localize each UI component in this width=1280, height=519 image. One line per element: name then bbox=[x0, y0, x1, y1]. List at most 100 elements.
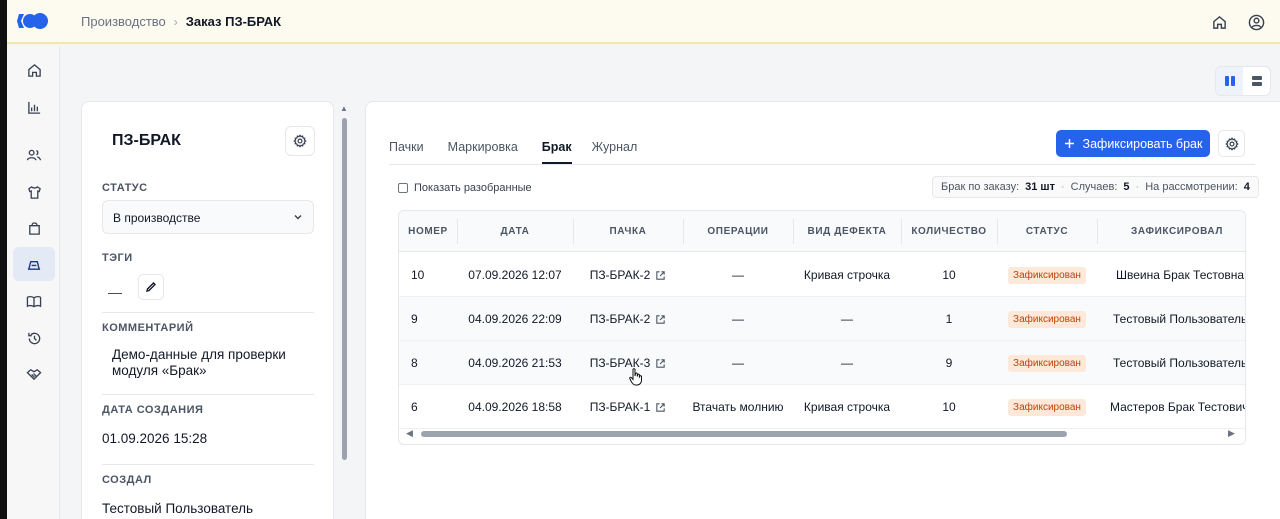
view-toggle bbox=[1215, 66, 1271, 96]
status-badge: Зафиксирован bbox=[1008, 398, 1086, 416]
column-header-number[interactable]: НОМЕР bbox=[399, 211, 457, 252]
cell-operations: Втачать молнию bbox=[692, 400, 784, 414]
horizontal-scrollbar[interactable]: ◀ ▶ bbox=[406, 425, 1238, 441]
comment-value: Демо-данные для проверки модуля «Брак» bbox=[112, 347, 286, 378]
scroll-left-arrow-icon[interactable]: ◀ bbox=[406, 428, 413, 439]
scroll-up-arrow-icon[interactable]: ▲ bbox=[340, 104, 348, 113]
status-badge: Зафиксирован bbox=[1008, 310, 1086, 328]
breadcrumb: Производство › Заказ ПЗ-БРАК bbox=[81, 14, 281, 29]
stats-cases-label: Случаев: bbox=[1070, 181, 1118, 193]
sidebar-item-history[interactable] bbox=[13, 321, 55, 355]
show-resolved-label: Показать разобранные bbox=[414, 182, 532, 194]
user-profile-icon[interactable] bbox=[1246, 12, 1266, 32]
table-settings-button[interactable] bbox=[1218, 130, 1245, 157]
cell-number: 8 bbox=[411, 356, 418, 370]
show-resolved-filter[interactable]: Показать разобранные bbox=[398, 182, 532, 194]
edit-tags-button[interactable] bbox=[138, 274, 164, 300]
rows-view-button[interactable] bbox=[1243, 67, 1270, 95]
status-select[interactable]: В производстве bbox=[102, 200, 314, 234]
cell-batch-link[interactable]: ПЗ-БРАК-2 bbox=[573, 297, 683, 341]
sidebar-item-home[interactable] bbox=[13, 53, 55, 87]
stats-total-label: Брак по заказу: bbox=[941, 181, 1020, 193]
history-icon bbox=[27, 332, 40, 344]
tags-value: — bbox=[108, 284, 122, 300]
home-icon[interactable] bbox=[1209, 12, 1229, 32]
sidebar-item-products[interactable] bbox=[13, 175, 55, 209]
show-resolved-checkbox[interactable] bbox=[398, 183, 408, 193]
sidebar-item-production[interactable] bbox=[13, 247, 55, 281]
sidebar-item-catalog[interactable] bbox=[13, 284, 55, 318]
breadcrumb-parent[interactable]: Производство bbox=[81, 14, 166, 29]
columns-view-button[interactable] bbox=[1216, 67, 1243, 95]
vertical-scrollbar[interactable] bbox=[342, 118, 347, 460]
breadcrumb-separator: › bbox=[173, 14, 178, 29]
column-header-batch[interactable]: ПАЧКА bbox=[573, 211, 683, 252]
column-header-defect-type[interactable]: ВИД ДЕФЕКТА bbox=[793, 211, 901, 252]
external-link-icon bbox=[656, 270, 666, 280]
cell-batch-link[interactable]: ПЗ-БРАК-2 bbox=[573, 253, 683, 297]
order-title: ПЗ-БРАК bbox=[112, 132, 181, 149]
table-row[interactable]: 9 04.09.2026 22:09 ПЗ-БРАК-2 — — 1 Зафик… bbox=[399, 297, 1246, 341]
column-header-status[interactable]: СТАТУС bbox=[997, 211, 1097, 252]
table-row[interactable]: 10 07.09.2026 12:07 ПЗ-БРАК-2 — Кривая с… bbox=[399, 253, 1245, 297]
rows-icon bbox=[1251, 76, 1262, 86]
sidebar-item-orders[interactable] bbox=[13, 211, 55, 245]
cell-defect-type: — bbox=[841, 356, 853, 370]
tab-batches[interactable]: Пачки bbox=[389, 140, 436, 164]
tab-journal[interactable]: Журнал bbox=[592, 140, 650, 164]
status-badge: Зафиксирован bbox=[1008, 354, 1086, 372]
column-header-operations[interactable]: ОПЕРАЦИИ bbox=[683, 211, 793, 252]
defects-panel: Пачки Маркировка Брак Журнал Зафиксирова… bbox=[365, 101, 1280, 519]
column-header-recorded-by[interactable]: ЗАФИКСИРОВАЛ bbox=[1097, 211, 1245, 252]
external-link-icon bbox=[656, 358, 666, 368]
table-row[interactable]: 8 04.09.2026 21:53 ПЗ-БРАК-3 — — 9 Зафик… bbox=[399, 341, 1246, 385]
cell-recorded-by: Тестовый Пользователь bbox=[1113, 312, 1246, 326]
divider bbox=[102, 394, 314, 395]
created-by-value: Тестовый Пользователь bbox=[102, 501, 254, 516]
scroll-right-arrow-icon[interactable]: ▶ bbox=[1228, 428, 1235, 439]
sidebar bbox=[7, 46, 60, 519]
sidebar-item-partners[interactable] bbox=[13, 357, 55, 391]
cell-batch-link[interactable]: ПЗ-БРАК-1 bbox=[573, 385, 683, 429]
tabs: Пачки Маркировка Брак Журнал bbox=[389, 140, 661, 164]
order-details-card: ПЗ-БРАК СТАТУС В производстве ТЭГИ — КОМ… bbox=[81, 101, 334, 519]
cell-number: 9 bbox=[411, 312, 418, 326]
sidebar-item-analytics[interactable] bbox=[13, 90, 55, 124]
tab-marking[interactable]: Маркировка bbox=[448, 140, 530, 164]
tags-label: ТЭГИ bbox=[102, 252, 133, 264]
bar-chart-icon bbox=[27, 101, 40, 114]
record-defect-button[interactable]: Зафиксировать брак bbox=[1056, 130, 1210, 157]
cell-quantity: 10 bbox=[942, 400, 956, 414]
horizontal-scroll-thumb[interactable] bbox=[421, 431, 1067, 437]
chevron-down-icon bbox=[294, 215, 302, 220]
hand-cursor-icon bbox=[629, 368, 642, 386]
tabs-underline bbox=[389, 164, 1255, 165]
batch-link-label: ПЗ-БРАК-2 bbox=[589, 268, 651, 282]
tab-defects[interactable]: Брак bbox=[541, 140, 572, 164]
cell-recorded-by: Тестовый Пользователь bbox=[1113, 356, 1246, 370]
external-link-icon bbox=[656, 402, 666, 412]
status-label: СТАТУС bbox=[102, 182, 148, 194]
cell-quantity: 10 bbox=[942, 268, 956, 282]
cell-date: 07.09.2026 12:07 bbox=[468, 268, 562, 282]
production-icon bbox=[27, 260, 41, 270]
column-header-date[interactable]: ДАТА bbox=[457, 211, 573, 252]
stats-cases-value: 5 bbox=[1123, 181, 1130, 193]
app-logo[interactable] bbox=[17, 11, 49, 31]
cell-date: 04.09.2026 18:58 bbox=[468, 400, 562, 414]
shirt-icon bbox=[27, 185, 41, 199]
table-row[interactable]: 6 04.09.2026 18:58 ПЗ-БРАК-1 Втачать мол… bbox=[399, 385, 1245, 429]
record-defect-label: Зафиксировать брак bbox=[1082, 136, 1203, 151]
cell-batch-link[interactable]: ПЗ-БРАК-3 bbox=[573, 341, 683, 385]
columns-icon bbox=[1224, 76, 1235, 86]
book-icon bbox=[26, 295, 42, 307]
cell-defect-type: Кривая строчка bbox=[803, 268, 891, 282]
handshake-icon bbox=[26, 368, 42, 380]
sidebar-item-users[interactable] bbox=[13, 138, 55, 172]
column-header-quantity[interactable]: КОЛИЧЕСТВО bbox=[901, 211, 997, 252]
cell-quantity: 9 bbox=[945, 356, 953, 370]
stats-total-value: 31 шт bbox=[1025, 181, 1055, 193]
cell-defect-type: — bbox=[841, 312, 853, 326]
order-settings-button[interactable] bbox=[285, 126, 315, 156]
cell-status: Зафиксирован bbox=[997, 253, 1097, 297]
